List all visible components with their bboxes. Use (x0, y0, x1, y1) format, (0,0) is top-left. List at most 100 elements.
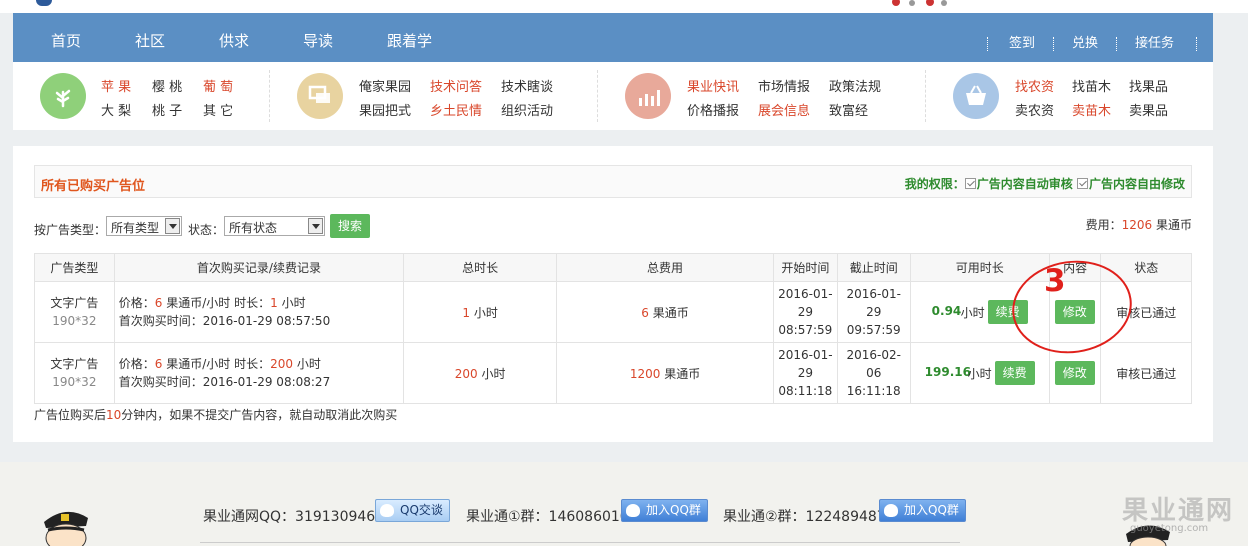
nav-learn[interactable]: 跟着学 (387, 13, 432, 62)
available-time: 0.94 (931, 304, 962, 318)
cat-grape[interactable]: 葡 萄 (203, 76, 233, 95)
renew-button[interactable]: 续费 (994, 361, 1035, 385)
cat-apple[interactable]: 苹 果 (101, 76, 131, 95)
nav-tasks[interactable]: 接任务 (1135, 13, 1174, 62)
price-unit: 果通币/小时 (166, 357, 231, 371)
price-value: 6 (154, 296, 163, 310)
available-time-cell: 199.16 小时 续费 (909, 342, 1050, 404)
perm-auto-review-checkbox[interactable] (964, 178, 976, 189)
cat-my-orchard[interactable]: 俺家果园 (359, 76, 411, 95)
cat-find-fruit[interactable]: 找果品 (1129, 76, 1168, 95)
cat-market[interactable]: 市场情报 (758, 76, 810, 95)
qq-chat-button[interactable]: QQ交谈 (375, 499, 450, 522)
search-button[interactable]: 搜索 (330, 214, 370, 238)
total-fee: 6 (641, 305, 649, 320)
cat-sell-fruit[interactable]: 卖果品 (1129, 100, 1168, 119)
purchase-record-cell: 价格：6 果通币/小时 时长：1 小时 首次购买时间：2016-01-29 08… (113, 281, 405, 343)
cat-tech-chat[interactable]: 技术瞎谈 (501, 76, 553, 95)
cat-find-supplies[interactable]: 找农资 (1015, 76, 1054, 95)
nav-separator (1196, 37, 1197, 51)
col-header: 广告类型 (34, 253, 115, 282)
panel-header: 所有已购买广告位 我的权限： 广告内容自动审核 广告内容自由修改 (34, 165, 1192, 198)
divider (925, 70, 926, 122)
cat-expo[interactable]: 展会信息 (758, 100, 810, 119)
perm-free-edit-checkbox[interactable] (1076, 178, 1088, 189)
status-badge: 审核已通过 (1116, 366, 1177, 381)
table-row: 文字广告 190*32 价格：6 果通币/小时 时长：200 小时 首次购买时间：… (34, 342, 1192, 404)
duration-label: 时长： (234, 357, 271, 371)
first-buy-time: 首次购买时间：2016-01-29 08:57:50 (118, 314, 331, 328)
cat-tech-qa[interactable]: 技术问答 (430, 76, 482, 95)
col-header: 截止时间 (836, 253, 911, 282)
join-group1-button[interactable]: 加入QQ群 (621, 499, 708, 522)
end-date: 2016-02- (846, 348, 901, 362)
total-duration-cell: 200 小时 (403, 342, 558, 404)
nav-community[interactable]: 社区 (135, 13, 165, 62)
total-fee-unit: 果通币 (652, 305, 689, 320)
price-unit: 果通币/小时 (166, 296, 231, 310)
join-group2-button[interactable]: 加入QQ群 (879, 499, 966, 522)
start-time-cell: 2016-01- 29 08:57:59 (772, 281, 838, 343)
total-duration-cell: 1 小时 (403, 281, 558, 343)
cat-local-life[interactable]: 乡土民情 (430, 100, 482, 119)
end-clock: 09:57:59 (846, 323, 901, 337)
col-header: 总时长 (403, 253, 558, 282)
footer: 果业通网QQ：3191309461 QQ交谈 果业通①群：146086010 加… (0, 462, 1248, 546)
fee-unit: 果通币 (1155, 218, 1192, 232)
nav-checkin[interactable]: 签到 (1009, 13, 1035, 62)
ad-size: 190*32 (52, 375, 97, 389)
permissions-label: 我的权限： (904, 177, 965, 191)
perm-auto-review-label: 广告内容自动审核 (976, 177, 1073, 191)
status-cell: 审核已通过 (1100, 342, 1192, 404)
cat-events[interactable]: 组织活动 (501, 100, 553, 119)
nav-exchange[interactable]: 兑换 (1072, 13, 1098, 62)
total-duration: 1 (462, 305, 471, 320)
cat-news[interactable]: 果业快讯 (687, 76, 739, 95)
leaf-icon (40, 73, 86, 119)
cat-wealth[interactable]: 致富经 (829, 100, 868, 119)
total-duration-unit: 小时 (473, 305, 498, 320)
fee-label: 费用： (1085, 218, 1122, 232)
filter-type-label: 按广告类型： (34, 223, 107, 237)
annotation-number: 3 (1044, 263, 1066, 299)
price-label: 价格： (118, 296, 155, 310)
cat-sell-supplies[interactable]: 卖农资 (1015, 100, 1054, 119)
status-select[interactable]: 所有状态 (224, 216, 325, 236)
col-header: 首次购买记录/续费记录 (113, 253, 405, 282)
end-time-cell: 2016-01- 29 09:57:59 (836, 281, 911, 343)
main-nav: 首页 社区 供求 导读 跟着学 签到 兑换 接任务 (13, 13, 1213, 62)
total-fee-cell: 6 果通币 (556, 281, 774, 343)
cat-peach[interactable]: 桃 子 (152, 100, 182, 119)
start-time-cell: 2016-01- 29 08:11:18 (772, 342, 838, 404)
footer-group1: 果业通①群：146086010 (466, 509, 629, 525)
price-label: 价格： (118, 357, 155, 371)
available-time-unit: 小时 (960, 306, 985, 320)
cat-find-seedlings[interactable]: 找苗木 (1072, 76, 1111, 95)
cat-cherry[interactable]: 樱 桃 (152, 76, 182, 95)
total-fee-unit: 果通币 (664, 366, 701, 381)
watermark-url: guoyetong.com (1130, 523, 1209, 534)
chevron-down-icon (308, 218, 323, 234)
qq-penguin-icon (380, 504, 394, 517)
total-fee: 1200 (629, 366, 661, 381)
nav-separator (1053, 37, 1054, 51)
cat-pear[interactable]: 大 梨 (101, 100, 131, 119)
nav-supply[interactable]: 供求 (219, 13, 249, 62)
cat-other[interactable]: 其 它 (203, 100, 233, 119)
type-select[interactable]: 所有类型 (106, 216, 182, 236)
nav-guide[interactable]: 导读 (303, 13, 333, 62)
qq-chat-label: QQ交谈 (400, 503, 443, 517)
end-time-cell: 2016-02- 06 16:11:18 (836, 342, 911, 404)
page-title: 所有已购买广告位 (41, 179, 146, 194)
permissions: 我的权限： 广告内容自动审核 广告内容自由修改 (905, 175, 1185, 192)
edit-button[interactable]: 修改 (1054, 361, 1095, 385)
basket-icon (953, 73, 999, 119)
nav-home[interactable]: 首页 (51, 13, 81, 62)
cat-sell-seedlings[interactable]: 卖苗木 (1072, 100, 1111, 119)
cat-price[interactable]: 价格播报 (687, 100, 739, 119)
cat-policy[interactable]: 政策法规 (829, 76, 881, 95)
duration-value: 1 (270, 296, 278, 310)
divider (597, 70, 598, 122)
cat-orchard-expert[interactable]: 果园把式 (359, 100, 411, 119)
start-clock: 08:11:18 (778, 384, 833, 398)
